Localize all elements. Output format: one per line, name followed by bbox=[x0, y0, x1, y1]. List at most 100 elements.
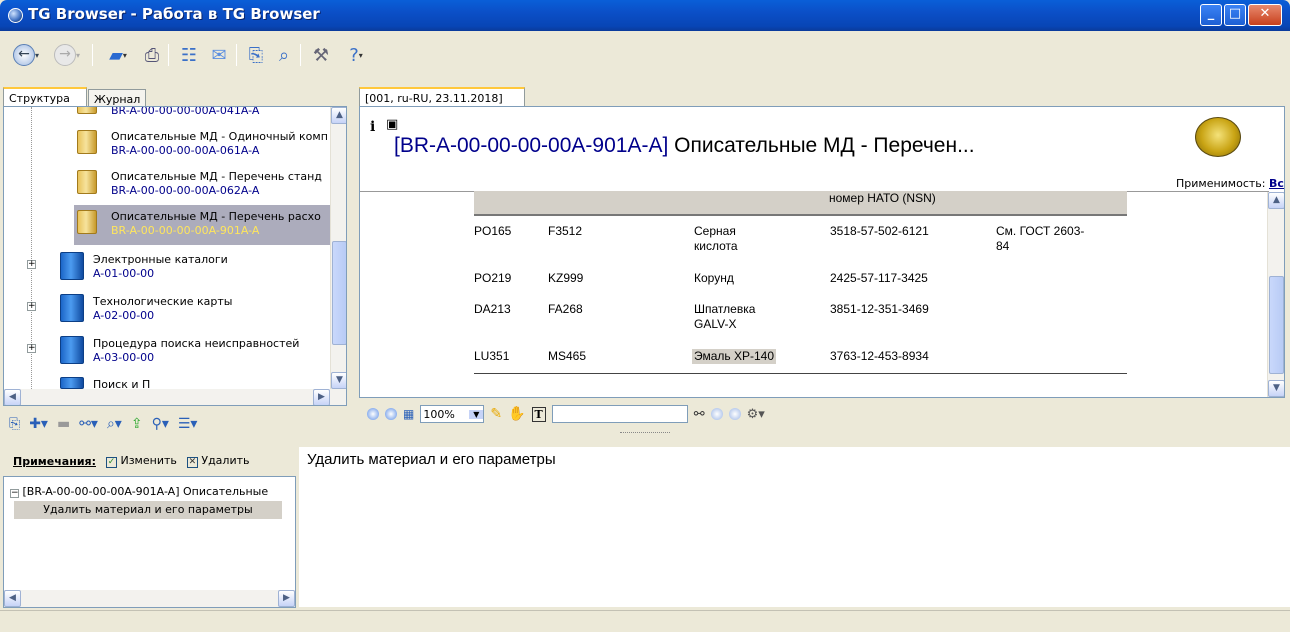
tree-hscrollbar[interactable]: ◀ ▶ bbox=[4, 389, 346, 405]
scroll-thumb[interactable] bbox=[332, 241, 346, 345]
find-icon[interactable]: ⚯ bbox=[694, 407, 705, 422]
zoom-out-icon[interactable] bbox=[385, 408, 397, 420]
settings-icon[interactable]: ⚙▾ bbox=[747, 407, 765, 422]
tree-node-code: BR-A-00-00-00-00A-061A-A bbox=[111, 144, 260, 157]
binoculars-icon[interactable]: ⚯▾ bbox=[79, 416, 98, 432]
zoom-percent-icon[interactable]: ▦ bbox=[403, 407, 414, 421]
sort-icon[interactable]: ☰▾ bbox=[178, 416, 198, 432]
print-icon[interactable]: ⎙ bbox=[140, 42, 164, 68]
collapse-icon[interactable]: − bbox=[10, 489, 19, 498]
find-next-icon[interactable] bbox=[728, 408, 741, 420]
tree-node-selected[interactable]: Описательные МД - Перечень расхо BR-A-00… bbox=[74, 205, 330, 245]
table-cell: 3763-12-453-8934 bbox=[830, 349, 929, 363]
table-cell: DA213 bbox=[474, 302, 511, 316]
comment-icon[interactable]: ✎ bbox=[490, 406, 502, 422]
tab-document[interactable]: [001, ru-RU, 23.11.2018] bbox=[359, 87, 525, 107]
tree-node-title: Описательные МД - Перечень станд bbox=[111, 170, 322, 183]
table-header: номер НАТО (NSN) bbox=[474, 191, 1127, 216]
table-cell: Шпатлевка GALV-X bbox=[694, 302, 756, 331]
forward-icon[interactable]: → ▾ bbox=[50, 42, 84, 68]
zoom-in-icon[interactable] bbox=[367, 408, 379, 420]
structure-tree[interactable]: BR-A-00-00-00-00A-041A-A Описательные МД… bbox=[3, 106, 347, 406]
applicability-link[interactable]: Все bbox=[1269, 177, 1284, 190]
tree-node-code: A-02-00-00 bbox=[93, 309, 155, 322]
expand-icon[interactable]: + bbox=[27, 260, 36, 269]
table-cell: Эмаль ХР-140 bbox=[692, 349, 777, 364]
expand-icon[interactable]: + bbox=[27, 302, 36, 311]
expand-icon[interactable]: + bbox=[27, 344, 36, 353]
tab-structure[interactable]: Структура bbox=[3, 87, 87, 107]
info-icon[interactable]: i bbox=[370, 119, 375, 135]
add-icon[interactable]: ✚▾ bbox=[29, 416, 48, 432]
scroll-right-icon[interactable]: ▶ bbox=[278, 590, 295, 607]
tree-node-title: Электронные каталоги bbox=[93, 253, 228, 266]
scroll-up-icon[interactable]: ▲ bbox=[331, 107, 346, 124]
tree-node[interactable]: + Электронные каталоги A-01-00-00 bbox=[4, 248, 334, 288]
book-icon bbox=[60, 294, 84, 322]
bookmark-icon[interactable]: ▣ bbox=[386, 117, 398, 132]
table-cell: Серная кислота bbox=[694, 224, 738, 253]
notes-detail[interactable]: Удалить материал и его параметры bbox=[299, 447, 1290, 607]
scroll-right-icon[interactable]: ▶ bbox=[313, 389, 330, 405]
tree-node[interactable]: BR-A-00-00-00-00A-041A-A bbox=[4, 107, 334, 125]
tree-vscrollbar[interactable]: ▲ ▼ bbox=[330, 107, 346, 389]
table-cell: См. ГОСТ 2603- 84 bbox=[996, 224, 1085, 253]
search-icon[interactable]: ⌕▾ bbox=[107, 416, 122, 432]
filter-icon[interactable]: ⚲▾ bbox=[152, 416, 169, 432]
maximize-button[interactable]: □ bbox=[1224, 4, 1246, 26]
scroll-down-icon[interactable]: ▼ bbox=[1268, 380, 1284, 397]
tab-journal[interactable]: Журнал bbox=[88, 89, 146, 107]
tools-icon[interactable]: ⚒ bbox=[308, 42, 334, 68]
remove-icon[interactable]: ▬ bbox=[57, 416, 70, 432]
document-vscrollbar[interactable]: ▲ ▼ bbox=[1267, 192, 1284, 397]
tree-node-title: Описательные МД - Перечень расхо bbox=[111, 210, 321, 223]
minimize-button[interactable]: _ bbox=[1200, 4, 1222, 26]
splitter-grip[interactable] bbox=[620, 432, 670, 435]
zoom-select[interactable]: 100% ▼ bbox=[420, 405, 485, 423]
scroll-thumb[interactable] bbox=[1269, 276, 1284, 374]
notes-tree-item[interactable]: − [BR-A-00-00-00-00A-901A-A] Описательны… bbox=[10, 485, 268, 498]
text-select-icon[interactable]: T bbox=[531, 406, 546, 422]
window-title: TG Browser - Работа в TG Browser bbox=[28, 5, 320, 23]
scroll-down-icon[interactable]: ▼ bbox=[331, 372, 346, 389]
scroll-up-icon[interactable]: ▲ bbox=[1268, 192, 1284, 209]
folder-icon[interactable]: ▰ ▾ bbox=[100, 42, 136, 68]
scroll-left-icon[interactable]: ◀ bbox=[4, 389, 21, 405]
edit-checkbox[interactable]: ✓ Изменить bbox=[105, 454, 177, 468]
book-icon bbox=[60, 336, 84, 364]
notes-label: Примечания: bbox=[13, 454, 96, 468]
document-viewer[interactable]: i ▣ [BR-A-00-00-00-00A-901A-A] Описатель… bbox=[359, 106, 1285, 398]
close-button[interactable]: ✕ bbox=[1248, 4, 1282, 26]
export-icon[interactable]: ⇪ bbox=[131, 416, 143, 432]
status-bar bbox=[0, 610, 1290, 632]
notes-header: Примечания: ✓ Изменить ✕ Удалить bbox=[3, 448, 296, 474]
tree-node[interactable]: + Процедура поиска неисправностей A-03-0… bbox=[4, 332, 334, 372]
find-icon[interactable]: ⌕ bbox=[272, 42, 296, 68]
table-cell: F3512 bbox=[548, 224, 583, 238]
book-icon bbox=[60, 252, 84, 280]
search-input[interactable] bbox=[551, 405, 688, 423]
table-cell: PO165 bbox=[474, 224, 512, 238]
comments-icon[interactable]: ✉ bbox=[206, 42, 232, 68]
tree-node[interactable]: + Технологические карты A-02-00-00 bbox=[4, 290, 334, 330]
copy-icon[interactable]: ⎘ bbox=[244, 42, 268, 68]
notes-tree[interactable]: − [BR-A-00-00-00-00A-901A-A] Описательны… bbox=[3, 476, 296, 608]
paste-icon[interactable]: ⎘ bbox=[9, 416, 20, 432]
notes-hscrollbar[interactable]: ◀ ▶ bbox=[4, 590, 295, 607]
tree-node[interactable]: Описательные МД - Перечень станд BR-A-00… bbox=[4, 165, 334, 205]
tree-node-code: A-03-00-00 bbox=[93, 351, 155, 364]
notes-detail-text: Удалить материал и его параметры bbox=[307, 451, 556, 468]
document-icon bbox=[77, 210, 97, 234]
title-bar[interactable]: TG Browser - Работа в TG Browser _ □ ✕ bbox=[0, 0, 1290, 31]
tree-toolbar: ⎘ ✚▾ ▬ ⚯▾ ⌕▾ ⇪ ⚲▾ ☰▾ bbox=[3, 410, 347, 438]
tree-view-icon[interactable]: ☷ bbox=[176, 42, 202, 68]
delete-checkbox[interactable]: ✕ Удалить bbox=[186, 454, 249, 468]
scroll-left-icon[interactable]: ◀ bbox=[4, 590, 21, 607]
back-icon[interactable]: ← ▾ bbox=[8, 42, 44, 68]
notes-subitem[interactable]: Удалить материал и его параметры bbox=[14, 501, 282, 519]
column-header: номер НАТО (NSN) bbox=[829, 191, 936, 205]
help-icon[interactable]: ? ▾ bbox=[338, 42, 374, 68]
find-prev-icon[interactable] bbox=[710, 408, 723, 420]
hand-icon[interactable]: ✋ bbox=[508, 406, 525, 422]
tree-node[interactable]: Описательные МД - Одиночный комп BR-A-00… bbox=[4, 125, 334, 165]
